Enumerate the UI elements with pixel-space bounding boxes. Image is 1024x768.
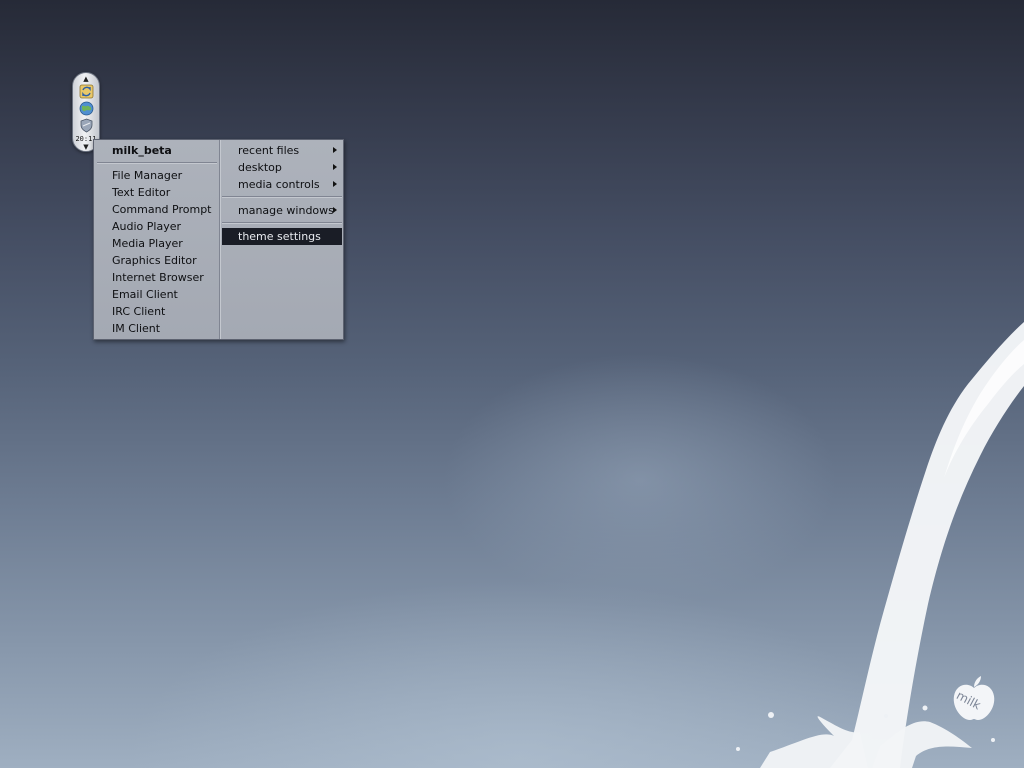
desktop-menu: milk_beta File Manager Text Editor Comma…: [93, 139, 344, 340]
milk-splash-wallpaper-art: [736, 322, 1024, 768]
menu-item-label: recent files: [238, 144, 300, 157]
menu-separator: [222, 196, 342, 197]
menu-item-manage-windows[interactable]: manage windows: [222, 202, 342, 219]
scroll-up-arrow-icon[interactable]: ▲: [73, 75, 99, 83]
submenu-arrow-icon: [333, 181, 337, 187]
menu-item-file-manager[interactable]: File Manager: [112, 167, 182, 184]
menu-item-email-client[interactable]: Email Client: [112, 286, 178, 303]
menu-item-internet-browser[interactable]: Internet Browser: [112, 269, 204, 286]
menu-item-text-editor[interactable]: Text Editor: [112, 184, 170, 201]
menu-item-irc-client[interactable]: IRC Client: [112, 303, 165, 320]
menu-separator: [97, 162, 217, 163]
menu-column-divider: [219, 140, 220, 339]
submenu-arrow-icon: [333, 147, 337, 153]
menu-item-theme-settings[interactable]: theme settings: [222, 228, 342, 245]
menu-separator: [222, 222, 342, 223]
menu-item-label: theme settings: [238, 230, 321, 243]
menu-title: milk_beta: [112, 144, 172, 157]
menu-item-graphics-editor[interactable]: Graphics Editor: [112, 252, 197, 269]
menu-item-command-prompt[interactable]: Command Prompt: [112, 201, 212, 218]
menu-item-audio-player[interactable]: Audio Player: [112, 218, 181, 235]
menu-item-label: desktop: [238, 161, 282, 174]
menu-item-media-player[interactable]: Media Player: [112, 235, 183, 252]
refresh-icon[interactable]: [79, 84, 94, 99]
menu-item-recent-files[interactable]: recent files: [222, 142, 342, 159]
submenu-arrow-icon: [333, 207, 337, 213]
menu-item-media-controls[interactable]: media controls: [222, 176, 342, 193]
milk-logo: milk: [946, 674, 1002, 724]
desktop[interactable]: milk ▲ 20:11 ▼ milk_beta File Manager Te…: [0, 0, 1024, 768]
menu-item-desktop[interactable]: desktop: [222, 159, 342, 176]
menu-item-label: media controls: [238, 178, 320, 191]
globe-icon[interactable]: [79, 101, 94, 116]
menu-item-im-client[interactable]: IM Client: [112, 320, 160, 337]
menu-item-label: manage windows: [238, 204, 334, 217]
shield-icon[interactable]: [79, 118, 94, 133]
submenu-arrow-icon: [333, 164, 337, 170]
